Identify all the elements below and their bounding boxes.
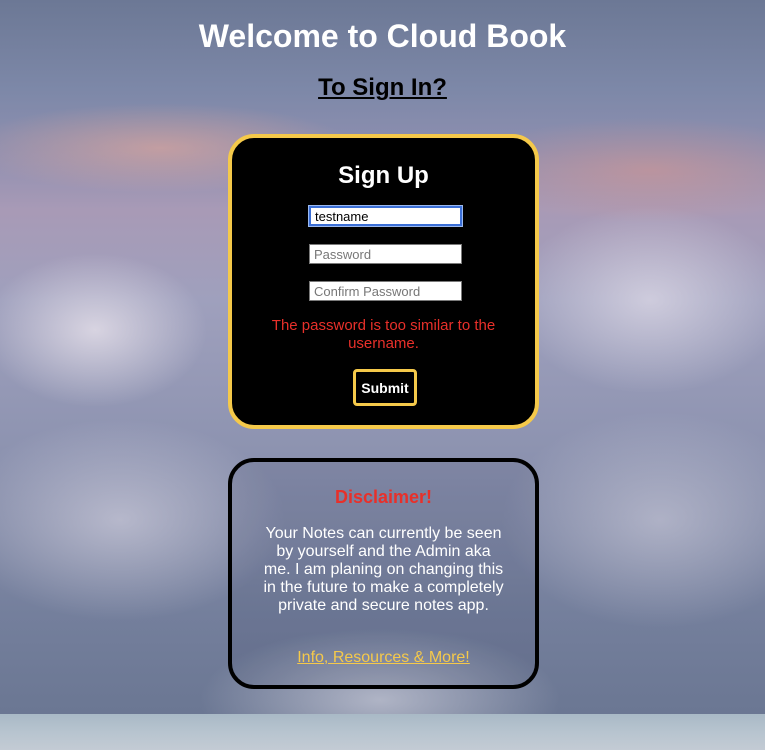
page-background: { "header": { "title": "Welcome to Cloud…: [0, 0, 765, 750]
disclaimer-text: Your Notes can currently be seen by your…: [263, 525, 504, 614]
sign-in-link[interactable]: To Sign In?: [0, 74, 765, 102]
bottom-background-strip: [0, 714, 765, 750]
disclaimer-title: Disclaimer!: [334, 487, 433, 507]
signup-title: Sign Up: [338, 162, 429, 189]
password-error-message: The password is too similar to the usern…: [271, 317, 496, 352]
page-title: Welcome to Cloud Book: [198, 18, 567, 54]
signup-card: Sign Up The password is too similar to t…: [228, 134, 539, 429]
submit-button[interactable]: Submit: [353, 369, 417, 406]
info-resources-link[interactable]: Info, Resources & More!: [232, 649, 535, 667]
confirm-password-input[interactable]: [309, 281, 462, 301]
username-input[interactable]: [309, 206, 462, 226]
password-input[interactable]: [309, 244, 462, 264]
disclaimer-card: Disclaimer! Your Notes can currently be …: [228, 458, 539, 689]
